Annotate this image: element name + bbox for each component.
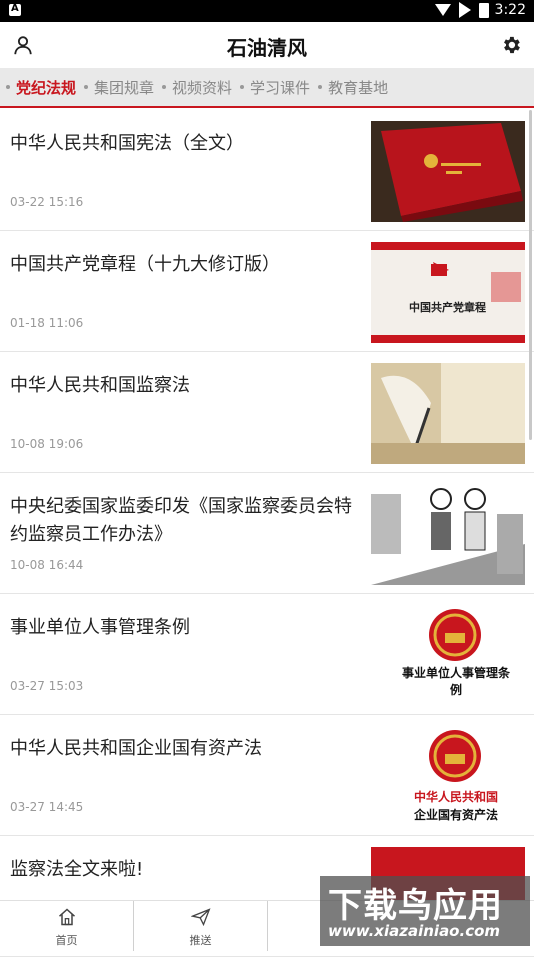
watermark-logo: 下载鸟应用 www.xiazainiao.com (320, 876, 530, 946)
status-bar: A 3:22 (0, 0, 534, 22)
article-date: 03-27 14:45 (10, 800, 84, 814)
tab-courseware[interactable]: 学习课件 (240, 77, 310, 98)
list-item[interactable]: 事业单位人事管理条例 03-27 15:03 事业单位人事管理条例 (0, 594, 534, 715)
list-item[interactable]: 中国共产党章程（十九大修订版） 01-18 11:06 中国共产党章程 (0, 231, 534, 352)
article-title: 事业单位人事管理条例 (10, 617, 190, 638)
tab-party-regulations[interactable]: 党纪法规 (6, 77, 76, 98)
article-title: 中华人民共和国宪法（全文） (10, 133, 244, 154)
tab-education-base[interactable]: 教育基地 (318, 77, 388, 98)
party-charter-thumbnail: 中国共产党章程 (371, 242, 525, 343)
article-date: 10-08 19:06 (10, 437, 84, 451)
notification-icon: A (9, 3, 21, 16)
status-time: 3:22 (494, 2, 526, 18)
article-title: 中华人民共和国企业国有资产法 (10, 738, 262, 759)
article-title: 监察法全文来啦! (10, 859, 144, 880)
scrollbar[interactable] (529, 110, 532, 440)
national-emblem-thumbnail: 事业单位人事管理条例 (371, 605, 525, 706)
article-date: 01-18 11:06 (10, 316, 84, 330)
nav-home[interactable]: 首页 (0, 901, 134, 951)
article-list: 中华人民共和国宪法（全文） 03-22 15:16 中国共产党章程（十九大修订版… (0, 110, 534, 957)
home-icon (58, 908, 75, 926)
status-icons: 3:22 (434, 2, 526, 18)
article-date: 03-27 15:03 (10, 679, 84, 693)
battery-icon (478, 2, 489, 18)
article-title: 中华人民共和国监察法 (10, 375, 190, 396)
watermark-title: 下载鸟应用 (328, 886, 503, 926)
constitution-book-thumbnail (371, 121, 525, 222)
bullet-dot-icon (6, 85, 10, 89)
list-item[interactable]: 中华人民共和国宪法（全文） 03-22 15:16 (0, 110, 534, 231)
gear-icon[interactable] (500, 34, 522, 56)
category-tabs: 党纪法规 集团规章 视频资料 学习课件 教育基地 (0, 68, 534, 108)
nav-home-label: 首页 (55, 934, 78, 947)
thumbnail-caption-red: 中华人民共和国 (413, 790, 498, 804)
bullet-dot-icon (84, 85, 89, 89)
article-date: 03-22 15:16 (10, 195, 84, 209)
list-item[interactable]: 中华人民共和国企业国有资产法 03-27 14:45 中华人民共和国 企业国有资… (0, 715, 534, 836)
bullet-dot-icon (162, 85, 167, 89)
watermark-url: www.xiazainiao.com (328, 922, 501, 940)
tab-group-rules[interactable]: 集团规章 (84, 77, 154, 98)
thumbnail-caption: 企业国有资产法 (413, 808, 498, 822)
page-title: 石油清风 (227, 36, 307, 60)
article-title: 中国共产党章程（十九大修订版） (10, 254, 280, 275)
nav-push[interactable]: 推送 (134, 901, 268, 951)
national-emblem-thumbnail: 中华人民共和国 企业国有资产法 (371, 726, 525, 827)
list-item[interactable]: 中华人民共和国监察法 10-08 19:06 (0, 352, 534, 473)
tab-video-materials[interactable]: 视频资料 (162, 77, 232, 98)
article-title: 中央纪委国家监委印发《国家监察委员会特约监察员工作办法》 (10, 496, 352, 545)
quill-pen-thumbnail (371, 363, 525, 464)
nav-push-label: 推送 (189, 934, 212, 947)
app-header: 石油清风 (0, 22, 534, 68)
send-icon (189, 908, 211, 927)
article-date: 10-08 16:44 (10, 558, 84, 572)
wifi-icon (434, 4, 451, 16)
bullet-dot-icon (240, 85, 245, 89)
cartoon-thumbnail (371, 484, 525, 585)
thumbnail-caption: 中国共产党章程 (409, 301, 486, 314)
bullet-dot-icon (318, 85, 323, 89)
list-item[interactable]: 中央纪委国家监委印发《国家监察委员会特约监察员工作办法》 10-08 16:44 (0, 473, 534, 594)
thumbnail-caption: 事业单位人事管理条例 (401, 666, 510, 697)
signal-icon (458, 2, 471, 18)
